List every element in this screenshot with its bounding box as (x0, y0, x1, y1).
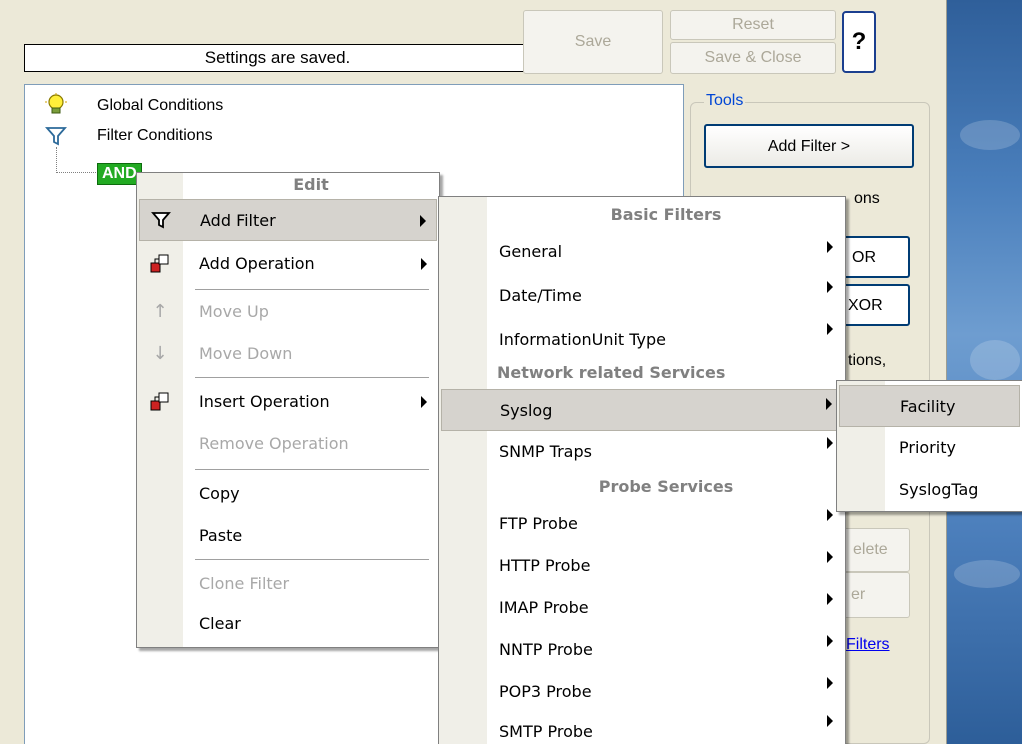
save-button[interactable]: Save (523, 10, 663, 74)
menu-item-label: Clear (199, 614, 241, 633)
menu-separator (195, 469, 429, 470)
tree-item-filter-conditions[interactable]: Filter Conditions (97, 127, 213, 145)
menu-item-insert-operation[interactable]: Insert Operation (139, 381, 437, 423)
filter-button-label: er (851, 586, 866, 603)
funnel-icon (150, 210, 172, 232)
menu-item-general[interactable]: General (441, 231, 843, 273)
arrow-up-icon: ↑ (152, 301, 168, 322)
menu-item-label: FTP Probe (499, 514, 578, 533)
menu-item-paste[interactable]: Paste (139, 515, 437, 557)
menu-item-label: NNTP Probe (499, 640, 593, 659)
arrow-down-icon: ↓ (152, 343, 168, 364)
submenu-arrow-icon (421, 396, 427, 408)
menu-item-snmp-traps[interactable]: SNMP Traps (441, 431, 843, 473)
save-close-button[interactable]: Save & Close (670, 42, 836, 74)
status-bar: Settings are saved. (24, 44, 532, 72)
menu-item-add-operation[interactable]: Add Operation (139, 243, 437, 285)
menu-item-label: IMAP Probe (499, 598, 589, 617)
menu-item-syslog[interactable]: Syslog (441, 389, 843, 431)
menu-item-label: SNMP Traps (499, 442, 592, 461)
add-filter-button[interactable]: Add Filter > (704, 124, 914, 168)
menu-item-pop3-probe[interactable]: POP3 Probe (441, 671, 843, 713)
submenu-arrow-icon (827, 593, 833, 605)
operation-icon (149, 253, 171, 275)
menu-item-move-down[interactable]: ↓ Move Down (139, 333, 437, 375)
menu-item-imap-probe[interactable]: IMAP Probe (441, 587, 843, 629)
menu-item-label: SMTP Probe (499, 722, 593, 741)
menu-item-ftp-probe[interactable]: FTP Probe (441, 503, 843, 545)
menu-item-label: POP3 Probe (499, 682, 592, 701)
help-button[interactable]: ? (842, 11, 876, 73)
menu-item-label: Clone Filter (199, 574, 290, 593)
add-conditions-label: ons (854, 190, 880, 207)
submenu-arrow-icon (827, 551, 833, 563)
menu-item-facility[interactable]: Facility (839, 385, 1020, 427)
menu-item-informationunit-type[interactable]: InformationUnit Type (441, 319, 843, 361)
submenu-arrow-icon (420, 215, 426, 227)
menu-item-label: Add Filter (200, 211, 276, 230)
menu-item-label: Add Operation (199, 254, 315, 273)
submenu-arrow-icon (827, 437, 833, 449)
submenu-arrow-icon (827, 715, 833, 727)
or-button-label: OR (852, 249, 876, 266)
tree-connector (56, 147, 96, 173)
menu-item-label: SyslogTag (899, 480, 979, 499)
submenu-arrow-icon (827, 323, 833, 335)
submenu-arrow-icon (827, 281, 833, 293)
tools-label: Tools (704, 92, 746, 110)
menu-item-remove-operation[interactable]: Remove Operation (139, 423, 437, 465)
submenu-arrow-icon (421, 258, 427, 270)
menu-item-date-time[interactable]: Date/Time (441, 275, 843, 317)
reset-button[interactable]: Reset (670, 10, 836, 40)
menu-item-add-filter[interactable]: Add Filter (139, 199, 437, 241)
menu-item-http-probe[interactable]: HTTP Probe (441, 545, 843, 587)
menu-item-label: HTTP Probe (499, 556, 591, 575)
background-image (940, 0, 1022, 744)
menu-item-syslogtag[interactable]: SyslogTag (839, 469, 1020, 511)
menu-item-label: Copy (199, 484, 240, 503)
menu-item-label: Date/Time (499, 286, 582, 305)
menu-item-smtp-probe[interactable]: SMTP Probe (441, 711, 843, 744)
menu-item-label: InformationUnit Type (499, 330, 667, 349)
menu-item-label: Paste (199, 526, 243, 545)
xor-button-label: XOR (848, 297, 883, 314)
menu-header-edit: Edit (293, 175, 329, 194)
menu-item-label: General (499, 242, 563, 261)
submenu-arrow-icon (827, 635, 833, 647)
menu-separator (195, 289, 429, 290)
menu-item-label: Move Down (199, 344, 293, 363)
menu-item-move-up[interactable]: ↑ Move Up (139, 291, 437, 333)
menu-item-label: Move Up (199, 302, 269, 321)
filter-submenu: Basic Filters General Date/Time Informat… (438, 196, 846, 744)
menu-item-label: Facility (900, 397, 956, 416)
delete-button-label: elete (853, 541, 888, 558)
submenu-arrow-icon (827, 677, 833, 689)
syslog-submenu: Facility Priority SyslogTag (836, 380, 1022, 512)
submenu-arrow-icon (827, 241, 833, 253)
lightbulb-icon (45, 93, 67, 115)
tree-item-and-node[interactable]: AND (97, 163, 142, 185)
menu-item-nntp-probe[interactable]: NNTP Probe (441, 629, 843, 671)
menu-separator (195, 377, 429, 378)
operations-label: tions, (848, 352, 887, 369)
menu-item-label: Remove Operation (199, 434, 349, 453)
submenu-arrow-icon (826, 398, 832, 410)
tree-item-global-conditions[interactable]: Global Conditions (97, 97, 223, 115)
menu-item-label: Insert Operation (199, 392, 330, 411)
submenu-arrow-icon (827, 509, 833, 521)
menu-item-clone-filter[interactable]: Clone Filter (139, 563, 437, 605)
menu-separator (195, 559, 429, 560)
context-menu: Edit Add Filter Add Operation ↑ Move Up … (136, 172, 440, 648)
menu-item-priority[interactable]: Priority (839, 427, 1020, 469)
funnel-icon (45, 125, 67, 147)
operation-icon (149, 391, 171, 413)
menu-header-probe-services: Probe Services (598, 477, 734, 496)
menu-item-clear[interactable]: Clear (139, 603, 437, 645)
menu-header-basic-filters: Basic Filters (610, 205, 722, 224)
menu-item-label: Priority (899, 438, 956, 457)
menu-header-network-services: Network related Services (497, 363, 726, 382)
filters-link[interactable]: Filters (846, 636, 890, 654)
menu-item-copy[interactable]: Copy (139, 473, 437, 515)
menu-item-label: Syslog (500, 401, 553, 420)
